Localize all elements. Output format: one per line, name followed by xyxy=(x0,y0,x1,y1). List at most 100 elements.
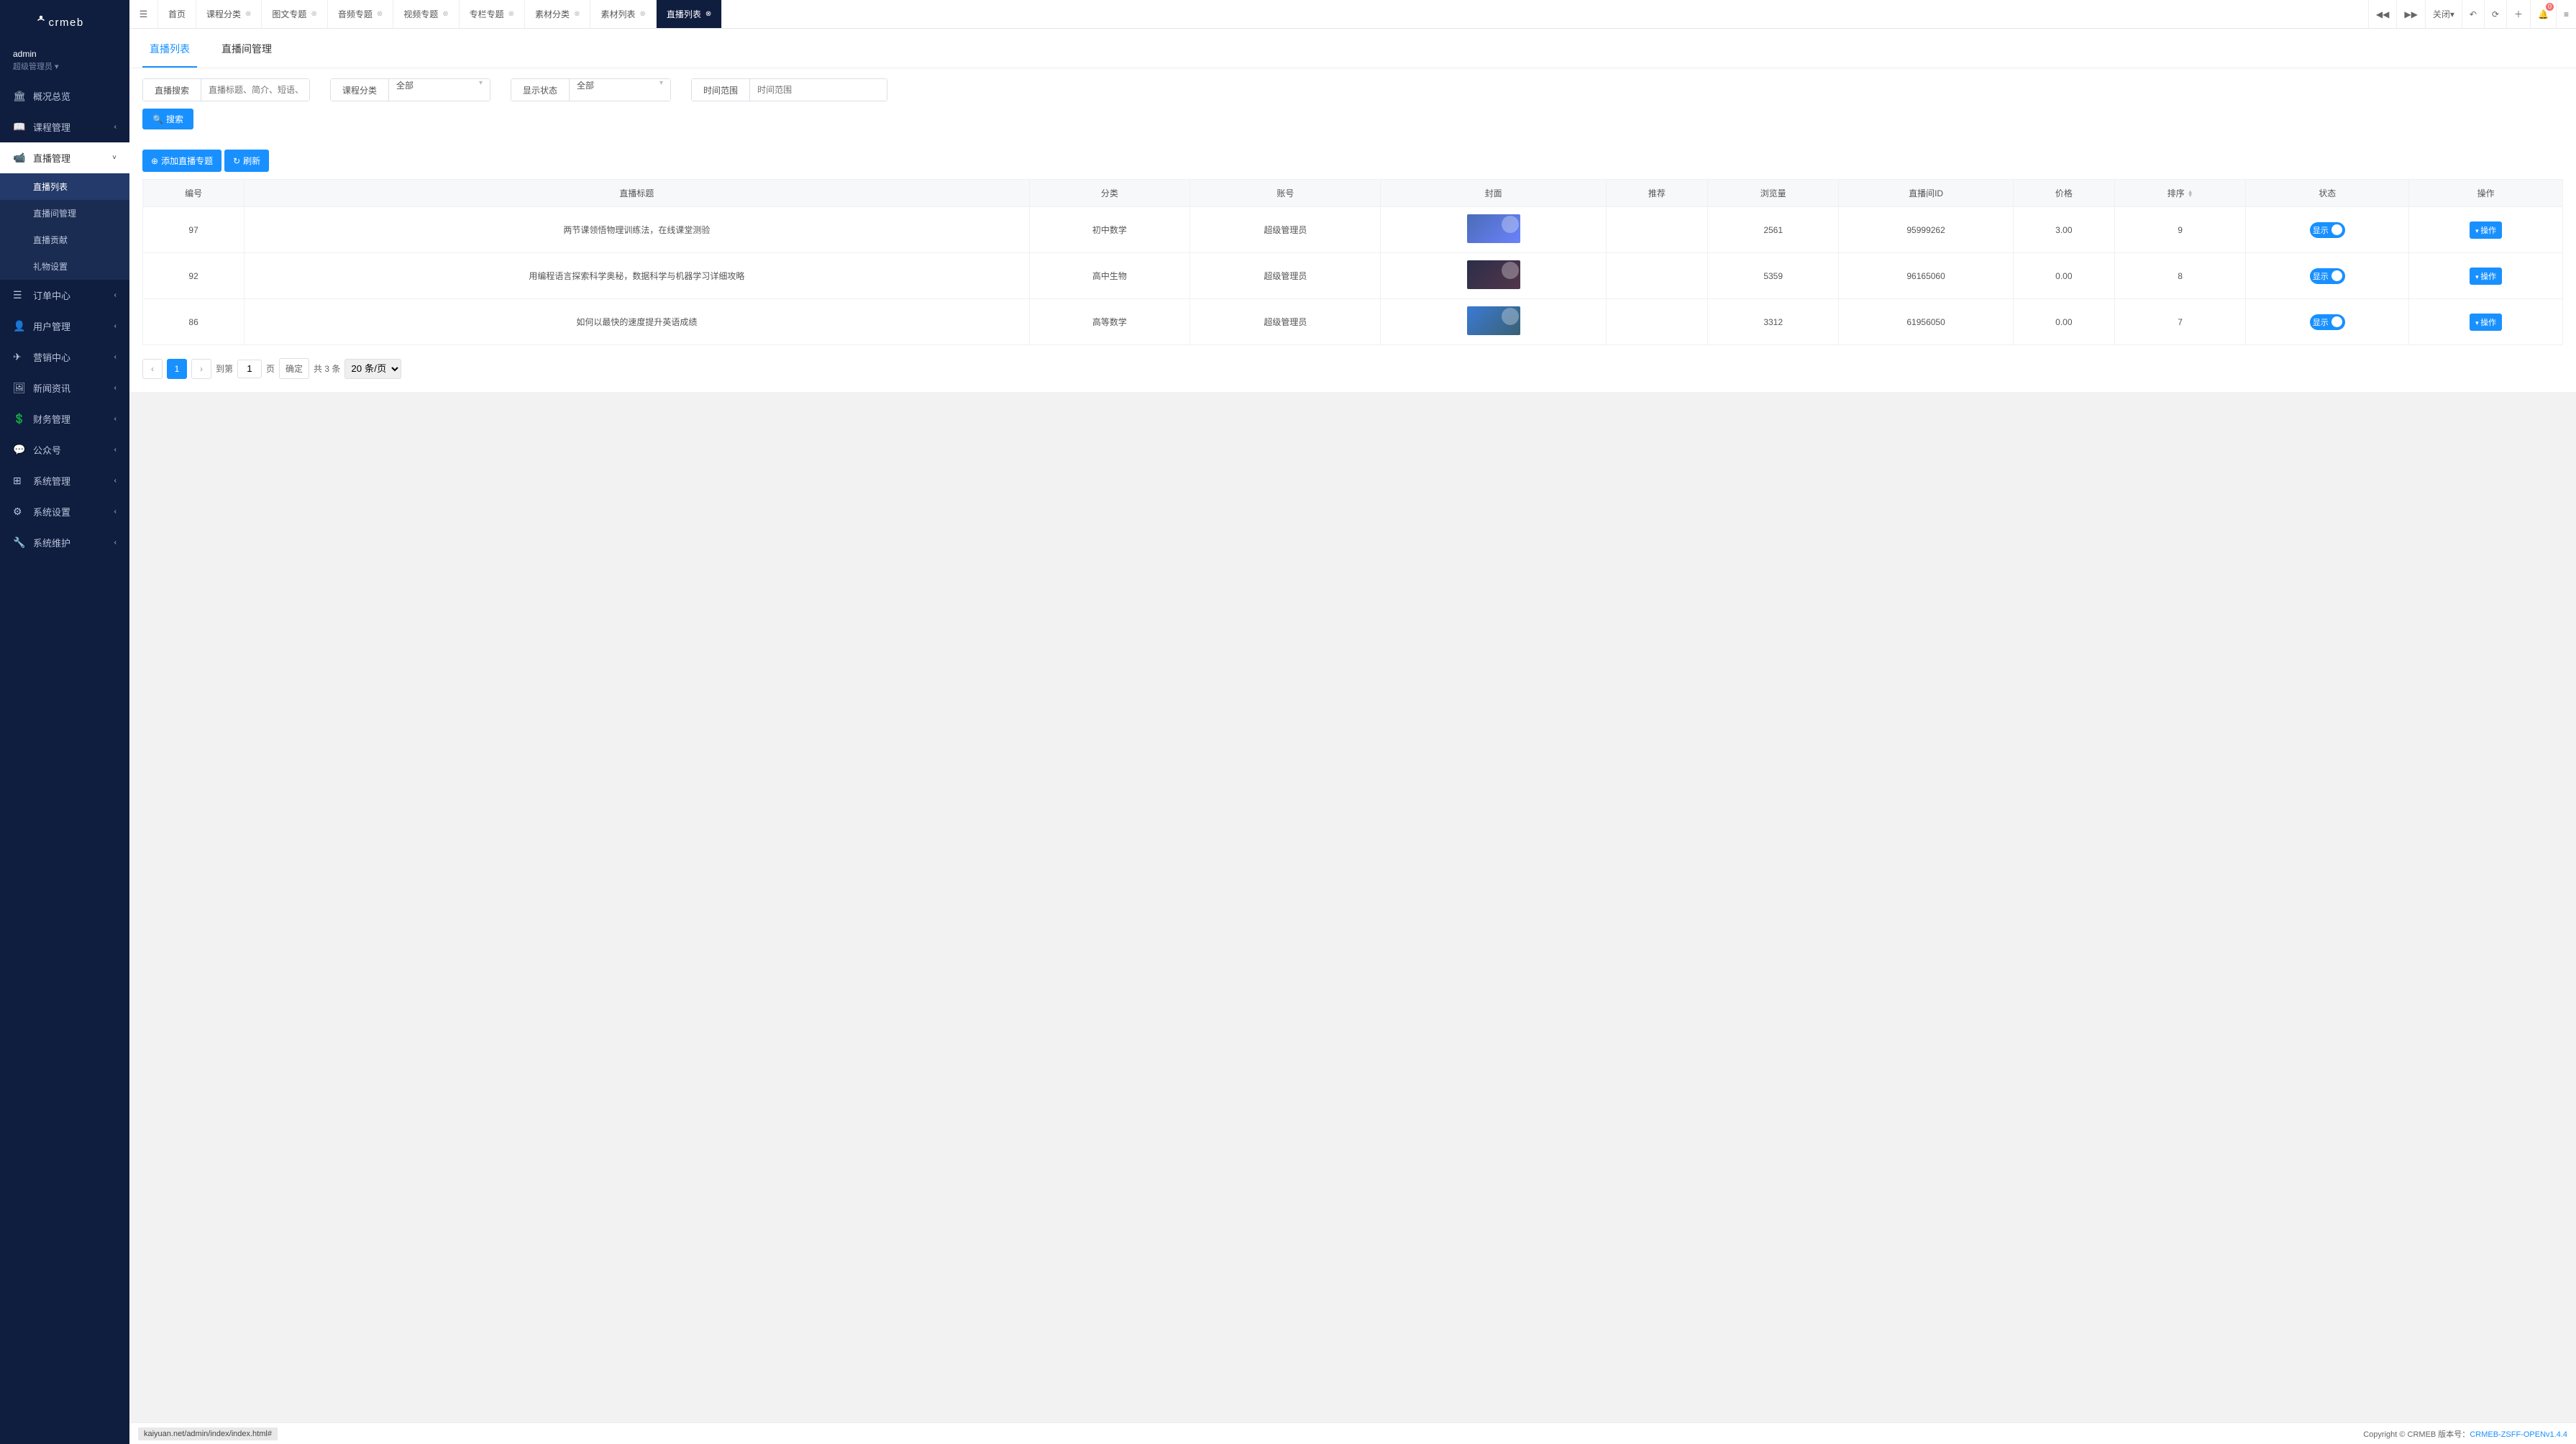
time-input[interactable] xyxy=(750,79,887,101)
refresh-button[interactable]: ↻刷新 xyxy=(224,150,269,172)
state-toggle[interactable]: 显示 xyxy=(2310,222,2345,238)
menu-toggle-icon[interactable]: ☰ xyxy=(129,0,158,28)
main: ☰ 首页课程分类⊗图文专题⊗音频专题⊗视频专题⊗专栏专题⊗素材分类⊗素材列表⊗直… xyxy=(129,0,2576,1444)
row-action-button[interactable]: 操作 xyxy=(2470,268,2502,285)
cell-0-6: 2561 xyxy=(1707,207,1839,253)
sidebar-item-4[interactable]: 👤用户管理‹ xyxy=(0,311,129,342)
close-dropdown[interactable]: 关闭 ▾ xyxy=(2425,0,2462,28)
cover-thumbnail[interactable] xyxy=(1467,214,1520,243)
version-link[interactable]: CRMEB-ZSFF-OPENv1.4.4 xyxy=(2470,1430,2567,1439)
sidebar-item-9[interactable]: ⊞系统管理‹ xyxy=(0,465,129,496)
filter-status: 显示状态 全部▾ xyxy=(511,78,671,101)
close-icon[interactable]: ⊗ xyxy=(639,10,645,18)
undo-icon[interactable]: ↶ xyxy=(2462,0,2484,28)
chevron-left-icon: ‹ xyxy=(114,291,117,299)
row-action-button[interactable]: 操作 xyxy=(2470,314,2502,331)
bell-icon[interactable]: 🔔0 xyxy=(2530,0,2556,28)
filter-time: 时间范围 xyxy=(691,78,887,101)
state-toggle[interactable]: 显示 xyxy=(2310,314,2345,330)
close-icon[interactable]: ⊗ xyxy=(245,10,251,18)
sidebar-item-11[interactable]: 🔧系统维护‹ xyxy=(0,527,129,558)
sort-icon[interactable]: ▲▼ xyxy=(2188,190,2193,197)
sidebar-item-6[interactable]: 🖼新闻资讯‹ xyxy=(0,373,129,403)
close-icon[interactable]: ⊗ xyxy=(442,10,448,18)
top-tab-4[interactable]: 视频专题⊗ xyxy=(393,0,459,28)
money-icon: 💲 xyxy=(13,413,26,425)
notification-badge: 0 xyxy=(2546,3,2554,11)
tab-prev-icon[interactable]: ◀◀ xyxy=(2368,0,2396,28)
sidebar-item-5[interactable]: ✈营销中心‹ xyxy=(0,342,129,373)
page-next-button[interactable]: › xyxy=(191,359,211,379)
top-tab-0[interactable]: 首页 xyxy=(158,0,196,28)
cell-1-2: 高中生物 xyxy=(1029,253,1190,299)
top-tab-7[interactable]: 素材列表⊗ xyxy=(590,0,656,28)
cell-0-8: 3.00 xyxy=(2013,207,2114,253)
sidebar-subitem-2-3[interactable]: 礼物设置 xyxy=(0,253,129,280)
page-prev-button[interactable]: ‹ xyxy=(142,359,163,379)
sidebar-subitem-2-2[interactable]: 直播贡献 xyxy=(0,227,129,253)
cell-2-2: 高等数学 xyxy=(1029,299,1190,345)
add-live-button[interactable]: ⊕添加直播专题 xyxy=(142,150,221,172)
close-icon[interactable]: ⊗ xyxy=(705,10,711,18)
page-size-select[interactable]: 20 条/页 xyxy=(344,359,401,379)
chevron-left-icon: ‹ xyxy=(114,539,117,547)
cover-thumbnail[interactable] xyxy=(1467,260,1520,289)
close-icon[interactable]: ⊗ xyxy=(311,10,316,18)
top-tab-8[interactable]: 直播列表⊗ xyxy=(657,0,722,28)
search-icon: 🔍 xyxy=(152,114,163,124)
gear-icon: ⚙ xyxy=(13,506,26,518)
sidebar-item-3[interactable]: ☰订单中心‹ xyxy=(0,280,129,311)
nav: 🏛概况总览📖课程管理‹📹直播管理˅直播列表直播间管理直播贡献礼物设置☰订单中心‹… xyxy=(0,81,129,1444)
cell-0-7: 95999262 xyxy=(1839,207,2013,253)
inner-tab-room[interactable]: 直播间管理 xyxy=(214,29,279,68)
row-action-button[interactable]: 操作 xyxy=(2470,221,2502,239)
sidebar-item-10[interactable]: ⚙系统设置‹ xyxy=(0,496,129,527)
page-number-button[interactable]: 1 xyxy=(167,359,187,379)
pagination-page-unit: 页 xyxy=(266,362,275,375)
top-tab-3[interactable]: 音频专题⊗ xyxy=(328,0,393,28)
top-tab-2[interactable]: 图文专题⊗ xyxy=(262,0,327,28)
cell-2-9: 7 xyxy=(2114,299,2245,345)
sidebar-item-2[interactable]: 📹直播管理˅ xyxy=(0,142,129,173)
search-input[interactable] xyxy=(201,79,309,101)
close-icon[interactable]: ⊗ xyxy=(574,10,580,18)
sidebar-subitem-2-1[interactable]: 直播间管理 xyxy=(0,200,129,227)
top-tab-6[interactable]: 素材分类⊗ xyxy=(525,0,590,28)
cell-0-5 xyxy=(1606,207,1707,253)
sidebar-item-0[interactable]: 🏛概况总览 xyxy=(0,81,129,111)
pagination-goto-label: 到第 xyxy=(216,362,233,375)
page-input[interactable] xyxy=(237,360,262,378)
cell-2-5 xyxy=(1606,299,1707,345)
content: 直播列表 直播间管理 直播搜索 课程分类 全部▾ 显示状态 全部▾ xyxy=(129,29,2576,1444)
filters: 直播搜索 课程分类 全部▾ 显示状态 全部▾ 时间范围 xyxy=(129,68,2576,101)
cover-thumbnail[interactable] xyxy=(1467,306,1520,335)
cell-1-8: 0.00 xyxy=(2013,253,2114,299)
close-icon[interactable]: ⊗ xyxy=(377,10,383,18)
chevron-left-icon: ‹ xyxy=(114,477,117,485)
chevron-left-icon: ‹ xyxy=(114,384,117,392)
status-select[interactable]: 全部▾ xyxy=(570,79,670,101)
plus-circle-icon: ⊕ xyxy=(151,156,158,166)
top-tab-5[interactable]: 专栏专题⊗ xyxy=(460,0,525,28)
user-block: admin 超级管理员 ▾ xyxy=(0,43,129,81)
state-toggle[interactable]: 显示 xyxy=(2310,268,2345,284)
sidebar-item-8[interactable]: 💬公众号‹ xyxy=(0,434,129,465)
table-row: 97两节课领悟物理训练法，在线课堂测验初中数学超级管理员256195999262… xyxy=(143,207,2563,253)
add-tab-icon[interactable]: ＋ xyxy=(2506,0,2530,28)
category-select[interactable]: 全部▾ xyxy=(389,79,490,101)
tab-next-icon[interactable]: ▶▶ xyxy=(2396,0,2424,28)
more-icon[interactable]: ≡ xyxy=(2556,0,2576,28)
brand-logo: crmeb xyxy=(0,0,129,43)
user-role[interactable]: 超级管理员 ▾ xyxy=(13,60,117,72)
column-header-3: 账号 xyxy=(1190,180,1381,207)
top-tab-1[interactable]: 课程分类⊗ xyxy=(196,0,262,28)
sidebar-subitem-2-0[interactable]: 直播列表 xyxy=(0,173,129,200)
refresh-icon[interactable]: ⟳ xyxy=(2484,0,2506,28)
bank-icon: 🏛 xyxy=(13,90,26,102)
inner-tab-list[interactable]: 直播列表 xyxy=(142,29,197,68)
sidebar-item-7[interactable]: 💲财务管理‹ xyxy=(0,403,129,434)
search-button[interactable]: 🔍搜索 xyxy=(142,109,193,129)
sidebar-item-1[interactable]: 📖课程管理‹ xyxy=(0,111,129,142)
close-icon[interactable]: ⊗ xyxy=(508,10,514,18)
page-confirm-button[interactable]: 确定 xyxy=(279,358,309,379)
